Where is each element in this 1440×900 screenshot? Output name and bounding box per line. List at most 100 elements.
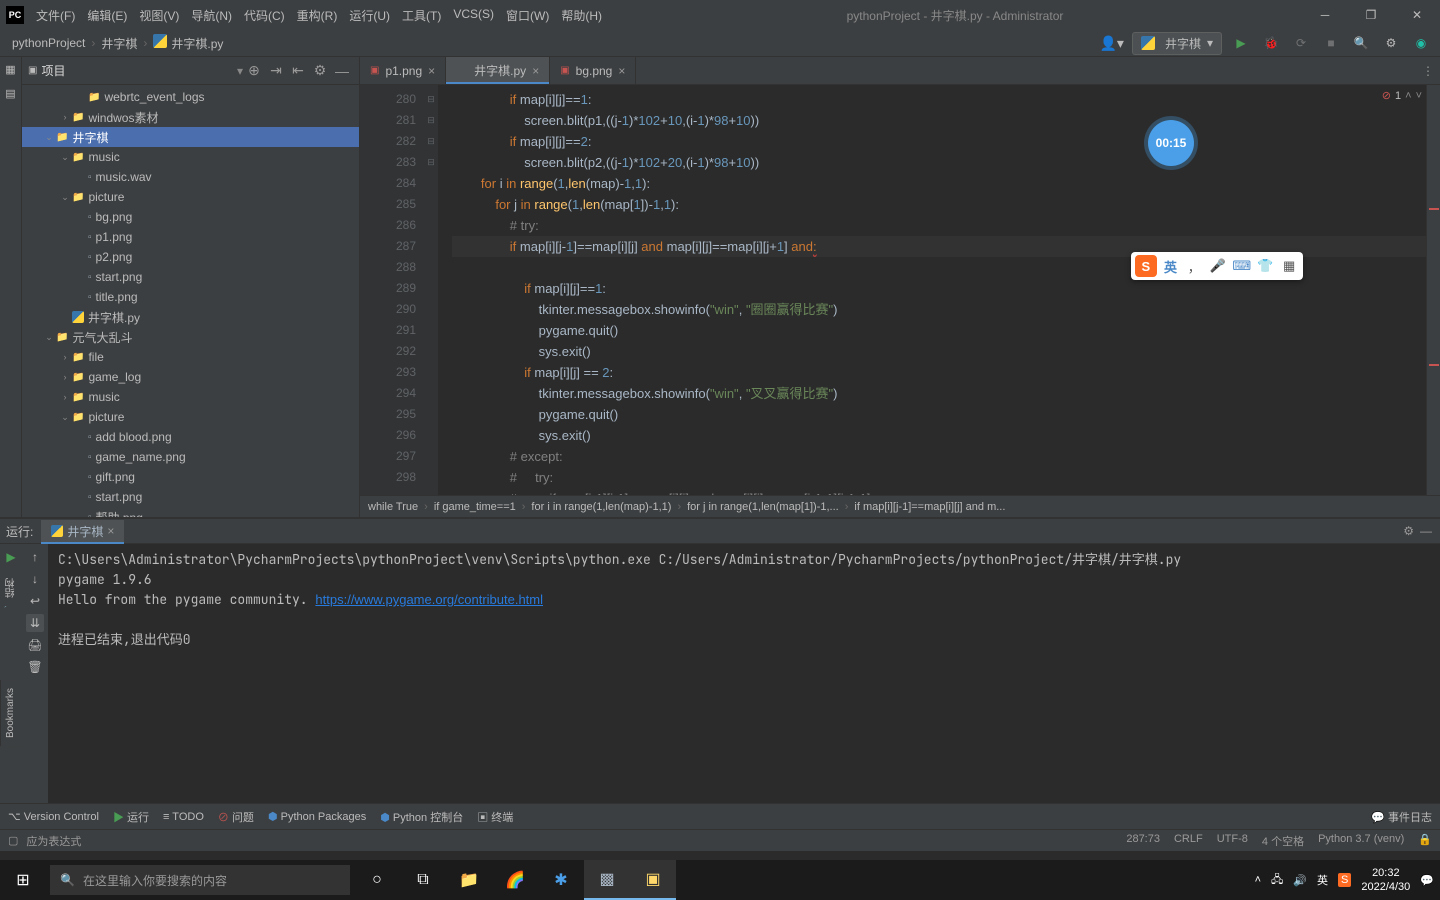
menu-item[interactable]: 窗口(W) — [500, 7, 555, 24]
close-icon[interactable]: × — [532, 64, 539, 78]
menu-item[interactable]: 代码(C) — [238, 7, 291, 24]
tree-row[interactable]: ⌄📁music — [22, 147, 359, 167]
task-view-icon[interactable]: ⧉ — [400, 860, 446, 900]
encoding[interactable]: UTF-8 — [1217, 833, 1248, 849]
breadcrumb-item[interactable]: pythonProject — [8, 36, 89, 50]
settings-button[interactable]: ⚙ — [1380, 32, 1402, 54]
locate-button[interactable]: ⊕ — [243, 60, 265, 82]
coverage-button[interactable]: ⟳ — [1290, 32, 1312, 54]
tree-row[interactable]: ⌄📁picture — [22, 187, 359, 207]
pycharm-taskbar-icon[interactable]: ▩ — [584, 860, 630, 900]
close-icon[interactable]: × — [428, 64, 435, 78]
close-icon[interactable]: × — [107, 524, 114, 538]
tree-row[interactable]: ▫bg.png — [22, 207, 359, 227]
expand-all-button[interactable]: ⇥ — [265, 60, 287, 82]
soft-wrap-button[interactable]: ↩ — [26, 592, 44, 610]
tree-row[interactable]: ▫title.png — [22, 287, 359, 307]
tree-row[interactable]: ›📁file — [22, 347, 359, 367]
maximize-button[interactable]: ❐ — [1348, 0, 1394, 30]
tree-row[interactable]: ›📁music — [22, 387, 359, 407]
code-crumb-item[interactable]: if game_time==1 — [434, 501, 516, 513]
editor-tab[interactable]: ▣p1.png× — [360, 57, 446, 84]
error-indicator[interactable]: ⊘ — [1382, 89, 1391, 102]
start-button[interactable]: ⊞ — [0, 860, 46, 900]
gear-icon[interactable]: ⚙ — [1403, 524, 1414, 538]
terminal-button[interactable]: ▣ 终端 — [477, 809, 513, 825]
tree-row[interactable]: ▫music.wav — [22, 167, 359, 187]
ime-lang-button[interactable]: 英 — [1161, 256, 1181, 276]
tray-lang[interactable]: 英 — [1317, 872, 1328, 888]
prev-error-button[interactable]: ˄ — [1405, 90, 1411, 102]
user-icon[interactable]: 👤▾ — [1099, 35, 1123, 52]
console-output[interactable]: C:\Users\Administrator\PycharmProjects\p… — [48, 544, 1440, 803]
rerun-button[interactable]: ▶ — [2, 548, 20, 566]
indent-settings[interactable]: 4 个空格 — [1262, 833, 1304, 849]
search-everywhere-button[interactable]: 🔍 — [1350, 32, 1372, 54]
menu-item[interactable]: VCS(S) — [447, 7, 500, 24]
tree-row[interactable]: ▫start.png — [22, 267, 359, 287]
code-crumb-item[interactable]: if map[i][j-1]==map[i][j] and m... — [854, 501, 1005, 513]
event-log-button[interactable]: 💬 事件日志 — [1371, 809, 1432, 825]
tree-row[interactable]: 井字棋.py — [22, 307, 359, 327]
menu-item[interactable]: 导航(N) — [185, 7, 238, 24]
tray-sogou-icon[interactable]: S — [1338, 873, 1351, 887]
timer-badge[interactable]: 00:15 — [1148, 120, 1194, 166]
taskbar-clock[interactable]: 20:32 2022/4/30 — [1361, 866, 1410, 894]
ime-punct-button[interactable]: ， — [1184, 256, 1204, 276]
menu-item[interactable]: 文件(F) — [30, 7, 81, 24]
python-console-button[interactable]: ⬢ Python 控制台 — [380, 809, 463, 825]
stop-button[interactable]: ■ — [1320, 32, 1342, 54]
tree-row[interactable]: ›📁windwos素材 — [22, 107, 359, 127]
cursor-position[interactable]: 287:73 — [1126, 833, 1160, 849]
clear-all-button[interactable]: 🗑 — [26, 658, 44, 676]
menu-item[interactable]: 视图(V) — [133, 7, 185, 24]
menu-item[interactable]: 编辑(E) — [81, 7, 133, 24]
editor-tab[interactable]: ▣bg.png× — [550, 57, 636, 84]
editor-tab[interactable]: 井字棋.py× — [446, 57, 550, 84]
menu-item[interactable]: 重构(R) — [291, 7, 344, 24]
menu-item[interactable]: 工具(T) — [396, 7, 447, 24]
gear-icon[interactable]: ⚙ — [309, 60, 331, 82]
code-crumb-item[interactable]: for j in range(1,len(map[1])-1,... — [687, 501, 839, 513]
ime-keyboard-button[interactable]: ⌨ — [1232, 256, 1252, 276]
notification-icon[interactable]: 💬 — [1420, 874, 1434, 887]
version-control-button[interactable]: ⌥ Version Control — [8, 810, 99, 823]
print-button[interactable]: 🖨 — [26, 636, 44, 654]
scroll-to-end-button[interactable]: ⇊ — [26, 614, 44, 632]
tree-row[interactable]: ▫帮助.png — [22, 507, 359, 517]
tree-row[interactable]: ▫add blood.png — [22, 427, 359, 447]
hide-panel-button[interactable]: — — [331, 60, 353, 82]
project-tree[interactable]: 📁webrtc_event_logs›📁windwos素材⌄📁井字棋⌄📁musi… — [22, 85, 359, 517]
up-arrow-button[interactable]: ↑ — [26, 548, 44, 566]
tree-row[interactable]: ▫p1.png — [22, 227, 359, 247]
more-icon[interactable]: ⋮ — [1422, 64, 1434, 78]
tree-row[interactable]: ⌄📁元气大乱斗 — [22, 327, 359, 347]
tray-chevron-icon[interactable]: ˄ — [1255, 874, 1261, 886]
chevron-down-icon[interactable]: ▾ — [233, 64, 243, 78]
down-arrow-button[interactable]: ↓ — [26, 570, 44, 588]
close-icon[interactable]: × — [618, 64, 625, 78]
project-tool-button[interactable]: ▦ — [3, 61, 19, 77]
menu-item[interactable]: 运行(U) — [343, 7, 396, 24]
tree-row[interactable]: ›📁game_log — [22, 367, 359, 387]
code-breadcrumb[interactable]: while True›if game_time==1›for i in rang… — [360, 495, 1440, 517]
debug-button[interactable]: 🐞 — [1260, 32, 1282, 54]
ime-skin-button[interactable]: 👕 — [1256, 256, 1276, 276]
chrome-icon[interactable]: 🌈 — [492, 860, 538, 900]
next-error-button[interactable]: ˅ — [1416, 90, 1422, 102]
tree-row[interactable]: ▫game_name.png — [22, 447, 359, 467]
tray-volume-icon[interactable]: 🔊 — [1293, 874, 1307, 887]
tray-network-icon[interactable]: 🖧 — [1271, 871, 1283, 890]
tool-windows-button[interactable]: ▢ — [8, 834, 18, 847]
cortana-icon[interactable]: ○ — [354, 860, 400, 900]
collapse-all-button[interactable]: ⇤ — [287, 60, 309, 82]
file-explorer-icon[interactable]: 📁 — [446, 860, 492, 900]
tree-row[interactable]: ▫start.png — [22, 487, 359, 507]
editor-error-stripe[interactable] — [1426, 85, 1440, 495]
lock-icon[interactable]: 🔒 — [1418, 833, 1432, 849]
minimize-button[interactable]: ─ — [1302, 0, 1348, 30]
app-icon-2[interactable]: ▣ — [630, 860, 676, 900]
problems-button[interactable]: ⊘ 问题 — [218, 809, 254, 825]
run-tab[interactable]: 井字棋 × — [41, 520, 124, 543]
code-editor[interactable]: if map[i][j]==1: screen.blit(p1,((j-1)*1… — [438, 85, 1426, 495]
